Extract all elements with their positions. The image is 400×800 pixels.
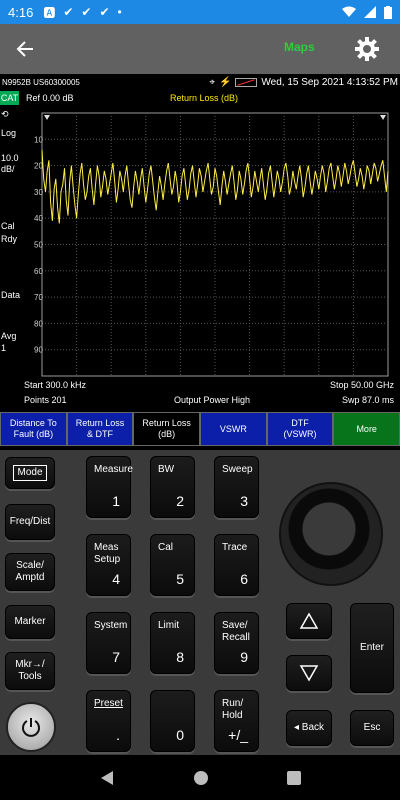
usb-icon: ⚡: [218, 76, 232, 88]
softkey-more[interactable]: More: [333, 412, 400, 446]
power-button[interactable]: [6, 702, 56, 752]
bw-key[interactable]: BW 2: [150, 456, 195, 518]
plot-area: Ref 0.00 dB Return Loss (dB) 10 20 30 40 50 6…: [24, 91, 400, 379]
triangle-down-icon: [299, 665, 319, 682]
meas-setup-key[interactable]: Meas Setup 4: [86, 534, 131, 596]
instrument-screen: N9952B US60300005 ⌖ ⚡ Wed, 15 Sep 2021 4…: [0, 74, 400, 450]
limit-key[interactable]: Limit 8: [150, 612, 195, 674]
signal-icon: [364, 6, 376, 18]
instrument-header: N9952B US60300005 ⌖ ⚡ Wed, 15 Sep 2021 4…: [0, 74, 400, 90]
limit-marker: [380, 115, 386, 120]
avg-label: Avg: [1, 331, 17, 341]
rotary-knob[interactable]: [279, 482, 383, 586]
instrument-datetime: Wed, 15 Sep 2021 4:13:52 PM: [261, 76, 398, 88]
y-tick-label: 30: [34, 188, 43, 197]
back-key[interactable]: ◂ Back: [286, 710, 332, 746]
model-serial: N9952B US60300005: [2, 77, 80, 87]
battery-icon: [384, 5, 392, 19]
y-tick-label: 80: [34, 319, 43, 328]
softkey-dtf-db[interactable]: Distance To Fault (dB): [0, 412, 67, 446]
sweep-key[interactable]: Sweep 3: [214, 456, 259, 518]
arrow-down-key[interactable]: [286, 655, 332, 691]
scale-unit: dB/: [1, 164, 15, 174]
nav-back-icon[interactable]: [99, 770, 115, 786]
softkey-return-loss-db[interactable]: Return Loss (dB): [133, 412, 201, 446]
trace-key[interactable]: Trace 6: [214, 534, 259, 596]
check-icon: ✔: [99, 5, 110, 19]
status-bar: 4:16 🅰 ✔ ✔ ✔ •: [0, 0, 400, 24]
mkr-tools-key[interactable]: Mkr→/Tools: [5, 652, 55, 690]
softkey-vswr[interactable]: VSWR: [200, 412, 267, 446]
power-icon: [22, 718, 40, 737]
data-label: Data: [1, 290, 21, 300]
triangle-up-icon: [299, 612, 319, 629]
status-right: [342, 5, 392, 19]
stop-freq: Stop 50.00 GHz: [329, 380, 394, 390]
points-row: Points 201 Output Power High Swp 87.0 ms: [24, 395, 394, 405]
softkey-row: Distance To Fault (dB) Return Loss & DTF R…: [0, 412, 400, 446]
sweep-time: Swp 87.0 ms: [341, 395, 394, 405]
y-tick-label: 90: [34, 346, 43, 355]
y-tick-label: 20: [34, 162, 43, 171]
sync-icon: ⟲: [1, 109, 9, 119]
a-badge-icon: 🅰: [43, 5, 56, 20]
cal-key[interactable]: Cal 5: [150, 534, 195, 596]
graticule: 10 20 30 40 50 60 70 80 90: [34, 112, 389, 377]
enter-key[interactable]: Enter: [350, 603, 394, 693]
left-info-column: CAT ⟲ Log 10.0 dB/ Cal Rdy Data Avg 1: [0, 91, 24, 379]
wifi-icon: [342, 6, 356, 17]
rdy-label: Rdy: [1, 234, 18, 244]
y-tick-label: 10: [34, 135, 43, 144]
scale-value: 10.0: [1, 153, 19, 163]
y-tick-label: 50: [34, 241, 43, 250]
check-icon: ✔: [81, 5, 92, 19]
zero-key[interactable]: 0: [150, 690, 195, 752]
system-key[interactable]: System 7: [86, 612, 131, 674]
dot-icon: •: [117, 5, 122, 19]
freq-row: Start 300.0 kHz Stop 50.00 GHz: [24, 380, 394, 390]
measure-key[interactable]: Measure 1: [86, 456, 133, 518]
cal-label: Cal: [1, 221, 15, 231]
avg-count: 1: [1, 343, 7, 353]
save-recall-key[interactable]: Save/Recall 9: [214, 612, 259, 674]
cat-badge: CAT: [0, 91, 19, 105]
app-root: 4:16 🅰 ✔ ✔ ✔ • Maps N9952B US60300005 ⌖ …: [0, 0, 400, 800]
status-time: 4:16: [8, 4, 34, 20]
y-tick-label: 70: [34, 293, 43, 302]
softkey-dtf-vswr[interactable]: DTF (VSWR): [266, 412, 334, 446]
start-freq: Start 300.0 kHz: [24, 380, 87, 390]
marker-key[interactable]: Marker: [5, 605, 55, 639]
freq-dist-key[interactable]: Freq/Dist: [5, 504, 55, 540]
y-tick-label: 40: [34, 214, 43, 223]
arrow-up-key[interactable]: [286, 603, 332, 639]
output-power: Output Power High: [174, 395, 251, 405]
gps-icon: ⌖: [209, 76, 215, 88]
run-hold-key[interactable]: Run/Hold +/_: [214, 690, 259, 752]
nav-home-icon[interactable]: [193, 770, 209, 786]
esc-key[interactable]: Esc: [350, 710, 394, 746]
mode-key[interactable]: Mode: [5, 457, 55, 489]
preset-key[interactable]: Preset.: [86, 690, 131, 752]
softkey-return-loss-dtf[interactable]: Return Loss & DTF: [66, 412, 134, 446]
nav-recents-icon[interactable]: [287, 770, 301, 785]
points-count: Points 201: [24, 395, 67, 405]
app-bar: Maps: [0, 24, 400, 74]
battery-status-icon: [235, 77, 258, 87]
y-tick-label: 60: [34, 267, 43, 276]
scale-type: Log: [1, 128, 17, 138]
scale-amptd-key[interactable]: Scale/Amptd: [5, 553, 55, 591]
limit-marker: [44, 115, 50, 120]
nav-bar: [0, 755, 400, 800]
check-icon: ✔: [63, 5, 74, 19]
back-arrow-icon[interactable]: [0, 24, 50, 74]
maps-link[interactable]: Maps: [284, 40, 315, 54]
gear-icon[interactable]: [354, 36, 380, 67]
